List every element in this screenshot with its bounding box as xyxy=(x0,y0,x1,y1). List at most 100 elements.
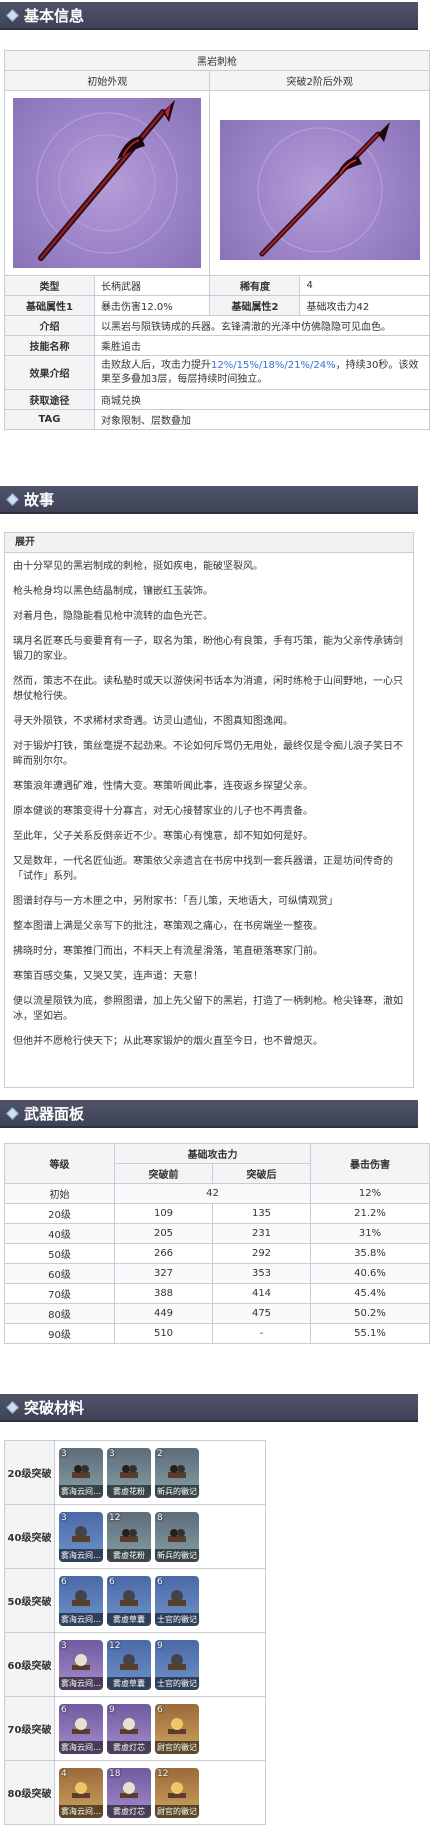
material-item[interactable]: 18 雾虚灯芯 xyxy=(107,1767,151,1818)
material-item[interactable]: 9 士官的徽记 xyxy=(155,1639,199,1690)
material-count: 8 xyxy=(157,1512,163,1523)
tag-label: TAG xyxy=(4,409,95,430)
ascension-level: 70级突破 xyxy=(4,1696,55,1761)
story-line: 便以流星陨铁为底，参照图谱，加上先父留下的黑岩，打造了一柄刺枪。枪尖锋寒，澈如冰… xyxy=(13,996,403,1022)
materials-row: 70级突破 6 雾海云间… 9 雾虚灯芯 6 尉官的徽记 xyxy=(4,1696,266,1761)
section-title: 故事 xyxy=(24,490,55,509)
story-line: 然而，策志不在此。读私塾时或天以游侠闲书话本为消遣，闲时练枪于山间野地，一心只想… xyxy=(13,676,403,702)
materials-row: 20级突破 3 雾海云间… 3 雾虚花粉 2 新兵的徽记 xyxy=(4,1440,266,1505)
initial-appearance-cell xyxy=(3,90,211,276)
atk-before-cell: 266 xyxy=(114,1243,213,1264)
story-line: 寒策浪年遭遇矿难，性情大变。寒策听闻此事，连夜返乡探望父亲。 xyxy=(13,781,313,792)
material-count: 12 xyxy=(157,1768,169,1779)
story-line: 又是数年，一代名匠仙逝。寒策依父亲遗言在书房中找到一套兵器谱，正是坊间传奇的「试… xyxy=(13,856,393,882)
atk-before-cell: 327 xyxy=(114,1263,213,1284)
atk-after-cell: 292 xyxy=(212,1243,311,1264)
story-line: 由十分罕见的黑岩制成的刺枪，挺如疾电，能破坚裂风。 xyxy=(13,561,263,572)
attr1-label: 基础属性1 xyxy=(4,295,95,316)
material-count: 3 xyxy=(61,1640,67,1651)
material-item[interactable]: 6 雾海云间… xyxy=(59,1575,103,1626)
table-row: 70级 388 414 45.4% xyxy=(4,1283,430,1304)
intro-value: 以黑岩与陨铁铸成的兵器。玄锋清澈的光泽中仿佛隐隐可见血色。 xyxy=(94,315,430,336)
col-after: 突破后 xyxy=(212,1163,311,1184)
weapon-name: 黑岩刺枪 xyxy=(4,50,430,71)
ascension-level: 80级突破 xyxy=(4,1760,55,1825)
material-count: 3 xyxy=(61,1448,67,1459)
weapon-image-ascended xyxy=(219,119,420,260)
material-item[interactable]: 3 雾虚花粉 xyxy=(107,1447,151,1498)
col-crit: 暴击伤害 xyxy=(310,1143,430,1184)
material-item[interactable]: 6 雾虚草囊 xyxy=(107,1575,151,1626)
material-item[interactable]: 9 雾虚灯芯 xyxy=(107,1703,151,1754)
story-line: 璃月名匠寒氏与妾要育有一子，取名为策，盼他心有良策，手有巧策，能为父亲传承铸剑锻… xyxy=(13,636,403,662)
material-item[interactable]: 12 尉官的徽记 xyxy=(155,1767,199,1818)
diamond-icon xyxy=(6,9,19,22)
material-item[interactable]: 4 雾海云间… xyxy=(59,1767,103,1818)
material-item[interactable]: 2 新兵的徽记 xyxy=(155,1447,199,1498)
material-name: 士官的徽记 xyxy=(155,1612,199,1626)
tag-value: 对象限制、层数叠加 xyxy=(94,409,430,430)
materials-row: 40级突破 3 雾海云间… 12 雾虚花粉 8 新兵的徽记 xyxy=(4,1504,266,1569)
atk-before-cell: 109 xyxy=(114,1203,213,1224)
table-row: 50级 266 292 35.8% xyxy=(4,1243,430,1264)
section-header-materials: 突破材料 xyxy=(0,1394,418,1422)
ascension-level: 20级突破 xyxy=(4,1440,55,1505)
ascension-level: 40级突破 xyxy=(4,1504,55,1569)
source-value: 商城兑换 xyxy=(94,389,430,410)
table-row: 60级 327 353 40.6% xyxy=(4,1263,430,1284)
material-item[interactable]: 6 士官的徽记 xyxy=(155,1575,199,1626)
material-item[interactable]: 8 新兵的徽记 xyxy=(155,1511,199,1562)
material-item[interactable]: 3 雾海云间… xyxy=(59,1639,103,1690)
material-name: 雾海云间… xyxy=(59,1484,103,1498)
material-name: 雾海云间… xyxy=(59,1740,103,1754)
story-lines: 由十分罕见的黑岩制成的刺枪，挺如疾电，能破坚裂风。 枪头枪身均以黑色结晶制成，镶嵌… xyxy=(5,553,413,1049)
material-name: 雾虚灯芯 xyxy=(107,1740,151,1754)
section-header-panel: 武器面板 xyxy=(0,1100,418,1128)
material-name: 雾海云间… xyxy=(59,1612,103,1626)
material-item[interactable]: 6 雾海云间… xyxy=(59,1703,103,1754)
col-level: 等级 xyxy=(4,1143,115,1184)
atk-before-cell: 510 xyxy=(114,1323,213,1344)
material-name: 尉官的徽记 xyxy=(155,1804,199,1818)
level-cell: 初始 xyxy=(4,1183,115,1204)
material-count: 2 xyxy=(157,1448,163,1459)
material-name: 新兵的徽记 xyxy=(155,1548,199,1562)
material-items: 3 雾海云间… 12 雾虚草囊 9 士官的徽记 xyxy=(54,1632,266,1697)
material-name: 雾海云间… xyxy=(59,1548,103,1562)
table-row: 初始 42 12% xyxy=(4,1183,430,1204)
story-line: 寻天外陨铁，不求稀材求奇遇。访灵山遗仙，不图真知图逸闻。 xyxy=(13,716,293,727)
spear-ascended-icon xyxy=(257,121,390,256)
crit-cell: 40.6% xyxy=(310,1263,430,1284)
materials-body: 20级突破 3 雾海云间… 3 雾虚花粉 2 新兵的徽记 40级突破 3 雾海云间… 12 雾虚花粉 8… xyxy=(4,1440,266,1825)
atk-before-cell: 388 xyxy=(114,1283,213,1304)
story-line: 至此年，父子关系反倒亲近不少。寒策心有愧意，却不知如何是好。 xyxy=(13,831,313,842)
col-atk: 基础攻击力 xyxy=(114,1143,311,1164)
attr1-value: 暴击伤害12.0% xyxy=(93,295,211,316)
material-name: 雾虚花粉 xyxy=(107,1484,151,1498)
diamond-icon xyxy=(6,493,19,506)
material-item[interactable]: 12 雾虚草囊 xyxy=(107,1639,151,1690)
diamond-icon xyxy=(6,1401,19,1414)
material-item[interactable]: 6 尉官的徽记 xyxy=(155,1703,199,1754)
story-line: 对着月色，隐隐能看见枪中流转的血色光芒。 xyxy=(13,611,213,622)
material-item[interactable]: 3 雾海云间… xyxy=(59,1447,103,1498)
table-row: 40级 205 231 31% xyxy=(4,1223,430,1244)
material-count: 6 xyxy=(157,1576,163,1587)
atk-after-cell: 414 xyxy=(212,1283,311,1304)
material-items: 3 雾海云间… 3 雾虚花粉 2 新兵的徽记 xyxy=(54,1440,266,1505)
material-name: 雾虚灯芯 xyxy=(107,1804,151,1818)
material-count: 4 xyxy=(61,1768,67,1779)
atk-after-cell: - xyxy=(212,1323,311,1344)
atk-after-cell: 353 xyxy=(212,1263,311,1284)
story-line: 但他并不愿枪行侠天下；从此寒家锻炉的烟火直至今日，也不曾熄灭。 xyxy=(13,1036,323,1047)
attr2-value: 基础攻击力42 xyxy=(299,295,430,316)
material-item[interactable]: 12 雾虚花粉 xyxy=(107,1511,151,1562)
atk-after-cell: 231 xyxy=(212,1223,311,1244)
story-toggle[interactable]: 展开 xyxy=(5,533,413,553)
atk-before-cell: 205 xyxy=(114,1223,213,1244)
atk-after-cell: 475 xyxy=(212,1303,311,1324)
story-line: 寒策百感交集，又哭又笑，连声道：天意！ xyxy=(13,971,203,982)
section-header-basic: 基本信息 xyxy=(0,2,418,30)
material-count: 6 xyxy=(61,1704,67,1715)
material-item[interactable]: 3 雾海云间… xyxy=(59,1511,103,1562)
